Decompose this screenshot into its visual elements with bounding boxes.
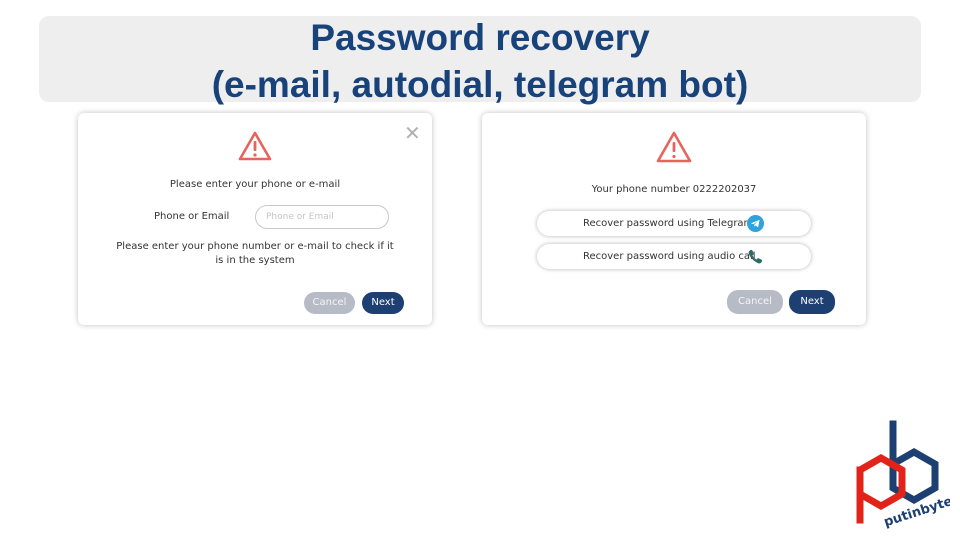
recovery-dialog-email: ✕ Please enter your phone or e-mail Phon… xyxy=(78,113,432,325)
recover-telegram-button[interactable]: Recover password using Telegram xyxy=(537,211,811,236)
warning-icon xyxy=(238,131,272,161)
warning-icon xyxy=(656,131,692,163)
recover-audio-call-button[interactable]: Recover password using audio call xyxy=(537,244,811,269)
phone-number-text: Your phone number 0222202037 xyxy=(591,184,757,195)
phone-or-email-input[interactable]: Phone or Email xyxy=(255,205,389,229)
close-icon[interactable]: ✕ xyxy=(404,123,421,143)
phone-icon xyxy=(748,249,763,264)
telegram-icon xyxy=(747,215,764,232)
page-subtitle: (e-mail, autodial, telegram bot) xyxy=(211,64,749,105)
page-title: Password recovery xyxy=(310,17,650,58)
putinbyte-logo: putinbyte xyxy=(850,420,955,530)
recover-telegram-label: Recover password using Telegram xyxy=(583,218,754,229)
cancel-button[interactable]: Cancel xyxy=(727,290,783,314)
field-label: Phone or Email xyxy=(154,211,230,222)
cancel-button[interactable]: Cancel xyxy=(304,292,355,314)
prompt-text: Please enter your phone or e-mail xyxy=(169,179,341,190)
help-text-line1: Please enter your phone number or e-mail… xyxy=(116,241,394,252)
next-button[interactable]: Next xyxy=(362,292,404,314)
recover-audio-call-label: Recover password using audio call xyxy=(583,251,756,262)
help-text-line2: is in the system xyxy=(215,255,295,266)
next-button[interactable]: Next xyxy=(789,290,835,314)
logo-mark-icon: putinbyte xyxy=(856,420,955,530)
recovery-dialog-phone: Your phone number 0222202037 Recover pas… xyxy=(482,113,866,325)
